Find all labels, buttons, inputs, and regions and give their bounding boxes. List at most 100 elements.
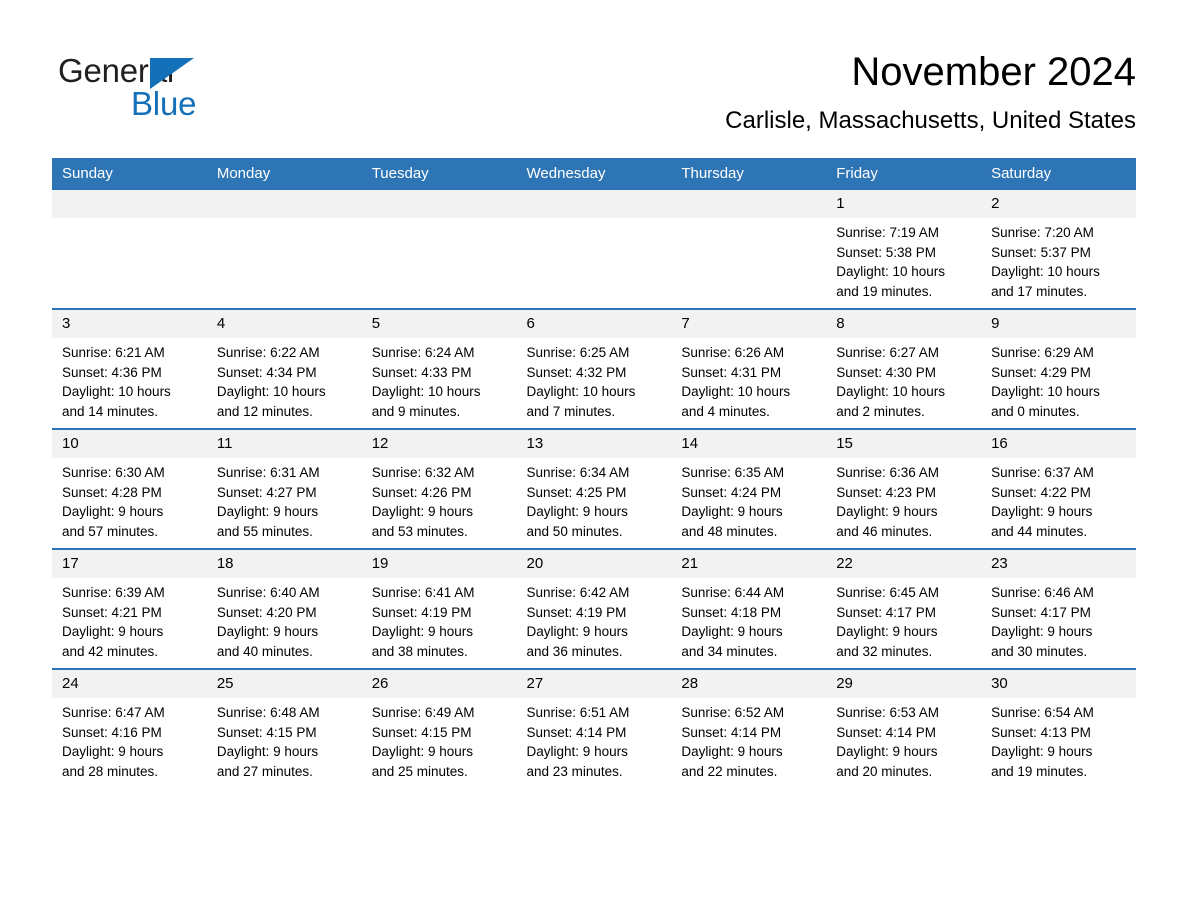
calendar-day-cell[interactable]: 23 Sunrise: 6:46 AM Sunset: 4:17 PM Dayligh… <box>981 548 1136 669</box>
sunrise-text: Sunrise: 6:47 AM <box>62 705 165 720</box>
calendar-day-cell[interactable]: 20 Sunrise: 6:42 AM Sunset: 4:19 PM Dayligh… <box>516 548 672 669</box>
day-number: 14 <box>671 430 827 458</box>
calendar-day-cell[interactable]: 24 Sunrise: 6:47 AM Sunset: 4:16 PM Dayligh… <box>52 668 207 788</box>
day-details: Sunrise: 7:19 AM Sunset: 5:38 PM Daylight:… <box>826 218 981 302</box>
daylight-text-line1: Daylight: 10 hours <box>371 384 481 400</box>
daylight-text-line2: and 57 minutes. <box>62 524 159 540</box>
daylight-text-line2: and 44 minutes. <box>991 524 1088 540</box>
daylight-text-line2: and 46 minutes. <box>836 524 933 540</box>
calendar-day-cell[interactable]: 22 Sunrise: 6:45 AM Sunset: 4:17 PM Dayligh… <box>826 548 982 669</box>
daylight-text-line2: and 19 minutes. <box>836 284 933 300</box>
daylight-text-line1: Daylight: 10 hours <box>991 264 1100 280</box>
daylight-text-line2: and 53 minutes. <box>371 524 468 540</box>
weekday-header-monday: Monday <box>206 158 362 190</box>
calendar-day-cell-empty <box>671 190 827 309</box>
sunrise-text: Sunrise: 6:26 AM <box>681 345 785 360</box>
sunrise-text: Sunrise: 6:27 AM <box>836 345 940 360</box>
calendar-week-row: 24 Sunrise: 6:47 AM Sunset: 4:16 PM Dayligh… <box>52 668 1136 788</box>
daylight-text-line2: and 34 minutes. <box>681 644 778 660</box>
day-number: 20 <box>516 550 672 578</box>
daylight-text-line1: Daylight: 9 hours <box>991 624 1093 640</box>
calendar-day-cell[interactable]: 26 Sunrise: 6:49 AM Sunset: 4:15 PM Dayligh… <box>361 668 517 788</box>
general-blue-logo[interactable]: General Blue <box>58 52 278 124</box>
sunset-text: Sunset: 4:15 PM <box>371 724 472 740</box>
day-number: 10 <box>52 430 207 458</box>
calendar-day-cell-empty <box>206 190 362 309</box>
calendar-day-cell[interactable]: 8 Sunrise: 6:27 AM Sunset: 4:30 PM Daylight… <box>826 308 982 429</box>
day-number <box>52 190 207 218</box>
calendar-day-cell[interactable]: 17 Sunrise: 6:39 AM Sunset: 4:21 PM Dayligh… <box>52 548 207 669</box>
calendar-grid: Sunday Monday Tuesday Wednesday Thursday… <box>52 158 1136 788</box>
calendar-day-cell[interactable]: 3 Sunrise: 6:21 AM Sunset: 4:36 PM Daylight… <box>52 308 207 429</box>
sunrise-text: Sunrise: 6:54 AM <box>991 705 1094 720</box>
weekday-header-thursday: Thursday <box>671 158 827 190</box>
calendar-day-cell[interactable]: 10 Sunrise: 6:30 AM Sunset: 4:28 PM Dayligh… <box>52 428 207 549</box>
calendar-day-cell[interactable]: 5 Sunrise: 6:24 AM Sunset: 4:33 PM Daylight… <box>361 308 517 429</box>
daylight-text-line1: Daylight: 9 hours <box>62 624 164 640</box>
day-details: Sunrise: 6:32 AM Sunset: 4:26 PM Daylight:… <box>362 458 517 542</box>
calendar-day-cell[interactable]: 28 Sunrise: 6:52 AM Sunset: 4:14 PM Dayligh… <box>671 668 827 788</box>
day-number: 22 <box>826 550 982 578</box>
calendar-day-cell[interactable]: 16 Sunrise: 6:37 AM Sunset: 4:22 PM Dayligh… <box>981 428 1136 549</box>
calendar-day-cell[interactable]: 30 Sunrise: 6:54 AM Sunset: 4:13 PM Dayligh… <box>981 668 1136 788</box>
calendar-day-cell[interactable]: 1 Sunrise: 7:19 AM Sunset: 5:38 PM Daylight… <box>826 190 982 309</box>
day-details: Sunrise: 6:53 AM Sunset: 4:14 PM Daylight:… <box>826 698 981 782</box>
day-number: 11 <box>206 430 362 458</box>
calendar-day-cell[interactable]: 15 Sunrise: 6:36 AM Sunset: 4:23 PM Dayligh… <box>826 428 982 549</box>
calendar-day-cell[interactable]: 4 Sunrise: 6:22 AM Sunset: 4:34 PM Daylight… <box>206 308 362 429</box>
calendar-day-cell[interactable]: 7 Sunrise: 6:26 AM Sunset: 4:31 PM Daylight… <box>671 308 827 429</box>
sunrise-text: Sunrise: 6:24 AM <box>371 345 475 360</box>
day-details: Sunrise: 6:26 AM Sunset: 4:31 PM Daylight:… <box>671 338 826 422</box>
sunset-text: Sunset: 4:15 PM <box>216 724 317 740</box>
day-details: Sunrise: 6:35 AM Sunset: 4:24 PM Daylight:… <box>671 458 826 542</box>
daylight-text-line2: and 32 minutes. <box>836 644 933 660</box>
calendar-day-cell[interactable]: 6 Sunrise: 6:25 AM Sunset: 4:32 PM Daylight… <box>516 308 672 429</box>
day-details: Sunrise: 6:39 AM Sunset: 4:21 PM Daylight:… <box>52 578 207 662</box>
sunset-text: Sunset: 4:19 PM <box>526 604 627 620</box>
sunset-text: Sunset: 4:18 PM <box>681 604 782 620</box>
day-details: Sunrise: 6:49 AM Sunset: 4:15 PM Daylight:… <box>362 698 517 782</box>
daylight-text-line1: Daylight: 9 hours <box>371 624 473 640</box>
day-number: 5 <box>361 310 517 338</box>
daylight-text-line1: Daylight: 9 hours <box>526 504 628 520</box>
daylight-text-line2: and 38 minutes. <box>371 644 468 660</box>
calendar-day-cell[interactable]: 13 Sunrise: 6:34 AM Sunset: 4:25 PM Dayligh… <box>516 428 672 549</box>
calendar-day-cell[interactable]: 18 Sunrise: 6:40 AM Sunset: 4:20 PM Dayligh… <box>206 548 362 669</box>
daylight-text-line2: and 17 minutes. <box>991 284 1088 300</box>
day-details: Sunrise: 6:31 AM Sunset: 4:27 PM Daylight:… <box>207 458 362 542</box>
day-number: 24 <box>52 670 207 698</box>
daylight-text-line1: Daylight: 9 hours <box>371 504 473 520</box>
calendar-day-cell[interactable]: 11 Sunrise: 6:31 AM Sunset: 4:27 PM Dayligh… <box>206 428 362 549</box>
daylight-text-line2: and 23 minutes. <box>526 764 623 780</box>
daylight-text-line1: Daylight: 9 hours <box>526 744 628 760</box>
sunrise-text: Sunrise: 6:21 AM <box>62 345 165 360</box>
calendar-day-cell[interactable]: 27 Sunrise: 6:51 AM Sunset: 4:14 PM Dayligh… <box>516 668 672 788</box>
daylight-text-line2: and 2 minutes. <box>836 404 925 420</box>
calendar-day-cell[interactable]: 9 Sunrise: 6:29 AM Sunset: 4:29 PM Daylight… <box>981 308 1136 429</box>
daylight-text-line1: Daylight: 9 hours <box>991 744 1093 760</box>
sunset-text: Sunset: 4:36 PM <box>62 364 162 380</box>
calendar-day-cell[interactable]: 12 Sunrise: 6:32 AM Sunset: 4:26 PM Dayligh… <box>361 428 517 549</box>
calendar-day-cell[interactable]: 25 Sunrise: 6:48 AM Sunset: 4:15 PM Dayligh… <box>206 668 362 788</box>
daylight-text-line1: Daylight: 10 hours <box>681 384 791 400</box>
calendar-day-cell[interactable]: 14 Sunrise: 6:35 AM Sunset: 4:24 PM Dayligh… <box>671 428 827 549</box>
day-number <box>671 190 827 218</box>
daylight-text-line2: and 50 minutes. <box>526 524 623 540</box>
calendar-day-cell[interactable]: 21 Sunrise: 6:44 AM Sunset: 4:18 PM Dayligh… <box>671 548 827 669</box>
sunset-text: Sunset: 4:25 PM <box>526 484 627 500</box>
weekday-header-friday: Friday <box>826 158 982 190</box>
daylight-text-line1: Daylight: 9 hours <box>216 504 319 520</box>
sunrise-text: Sunrise: 6:31 AM <box>216 465 320 480</box>
calendar-day-cell[interactable]: 29 Sunrise: 6:53 AM Sunset: 4:14 PM Dayligh… <box>826 668 982 788</box>
daylight-text-line1: Daylight: 9 hours <box>681 744 783 760</box>
daylight-text-line2: and 4 minutes. <box>681 404 770 420</box>
day-number: 21 <box>671 550 827 578</box>
logo-text-blue: Blue <box>131 85 197 122</box>
day-number: 28 <box>671 670 827 698</box>
sunset-text: Sunset: 4:17 PM <box>991 604 1091 620</box>
calendar-day-cell[interactable]: 19 Sunrise: 6:41 AM Sunset: 4:19 PM Dayligh… <box>361 548 517 669</box>
day-details: Sunrise: 6:41 AM Sunset: 4:19 PM Daylight:… <box>362 578 517 662</box>
sunrise-text: Sunrise: 6:34 AM <box>526 465 630 480</box>
sunset-text: Sunset: 5:37 PM <box>991 244 1091 260</box>
calendar-day-cell[interactable]: 2 Sunrise: 7:20 AM Sunset: 5:37 PM Daylight… <box>981 190 1136 309</box>
